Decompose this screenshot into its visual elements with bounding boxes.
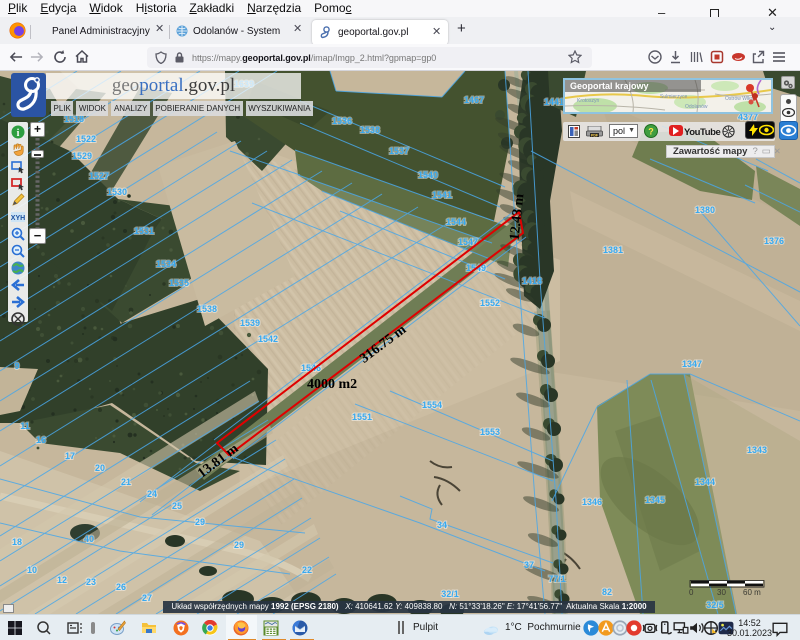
svg-text:82: 82 [602,587,612,597]
svg-text:Krotoszyn: Krotoszyn [577,98,599,104]
svg-text:1345: 1345 [645,495,665,505]
svg-text:1542: 1542 [258,334,278,344]
svg-text:1534: 1534 [156,259,176,269]
svg-text:1554: 1554 [422,400,442,410]
svg-text:1538: 1538 [360,125,380,135]
svg-text:1538: 1538 [197,304,217,314]
svg-text:18: 18 [12,537,22,547]
svg-text:22: 22 [302,565,312,575]
svg-text:12: 12 [57,575,67,585]
svg-text:32/1: 32/1 [441,589,459,599]
svg-text:1376: 1376 [764,236,784,246]
svg-text:1537: 1537 [389,146,409,156]
svg-text:10: 10 [27,565,37,575]
svg-text:26: 26 [116,582,126,592]
svg-text:1344: 1344 [695,477,715,487]
svg-text:25: 25 [172,501,182,511]
svg-text:1544: 1544 [446,217,466,227]
svg-text:1540: 1540 [418,170,438,180]
svg-text:30: 30 [717,588,726,597]
svg-text:37: 37 [524,560,534,570]
svg-text:1529: 1529 [72,151,92,161]
svg-text:1381: 1381 [603,245,623,255]
svg-text:23: 23 [86,577,96,587]
svg-text:Sulmierzyce: Sulmierzyce [660,94,687,100]
svg-text:29: 29 [234,540,244,550]
svg-text:0: 0 [689,588,694,597]
svg-text:40: 40 [84,534,94,544]
svg-text:1467: 1467 [464,95,484,105]
svg-text:29: 29 [195,517,205,527]
svg-text:1539: 1539 [240,318,260,328]
svg-text:34: 34 [437,520,447,530]
svg-text:9: 9 [14,361,19,371]
svg-text:27: 27 [142,593,152,603]
svg-text:1541: 1541 [432,190,452,200]
svg-text:1531: 1531 [134,226,154,236]
svg-text:!: ! [715,629,717,635]
svg-text:1343: 1343 [747,445,767,455]
svg-text:i: i [17,128,20,139]
svg-text:1553: 1553 [480,427,500,437]
svg-text:1536: 1536 [332,116,352,126]
svg-text:17: 17 [65,451,75,461]
svg-text:32/5: 32/5 [706,600,724,610]
svg-text:16: 16 [36,435,46,445]
svg-text:1347: 1347 [682,359,702,369]
svg-text:60 m: 60 m [743,588,761,597]
svg-text:?: ? [648,127,654,137]
svg-text:1418: 1418 [522,276,542,286]
svg-text:PDF: PDF [591,134,599,138]
svg-text:1552: 1552 [480,298,500,308]
svg-text:24: 24 [147,489,157,499]
svg-text:1522: 1522 [76,134,96,144]
svg-text:Odolanów: Odolanów [685,104,708,110]
svg-text:77/1: 77/1 [548,574,566,584]
svg-text:21: 21 [121,477,131,487]
svg-text:4000 m2: 4000 m2 [307,377,357,392]
svg-text:1527: 1527 [89,171,109,181]
svg-text:11: 11 [20,421,30,431]
svg-text:1441: 1441 [544,97,564,107]
svg-text:1535: 1535 [169,278,189,288]
svg-text:20: 20 [95,463,105,473]
svg-text:1551: 1551 [352,412,372,422]
svg-text:1346: 1346 [582,497,602,507]
svg-text:1380: 1380 [695,205,715,215]
svg-text:XYH: XYH [11,215,25,222]
svg-text:1530: 1530 [107,187,127,197]
